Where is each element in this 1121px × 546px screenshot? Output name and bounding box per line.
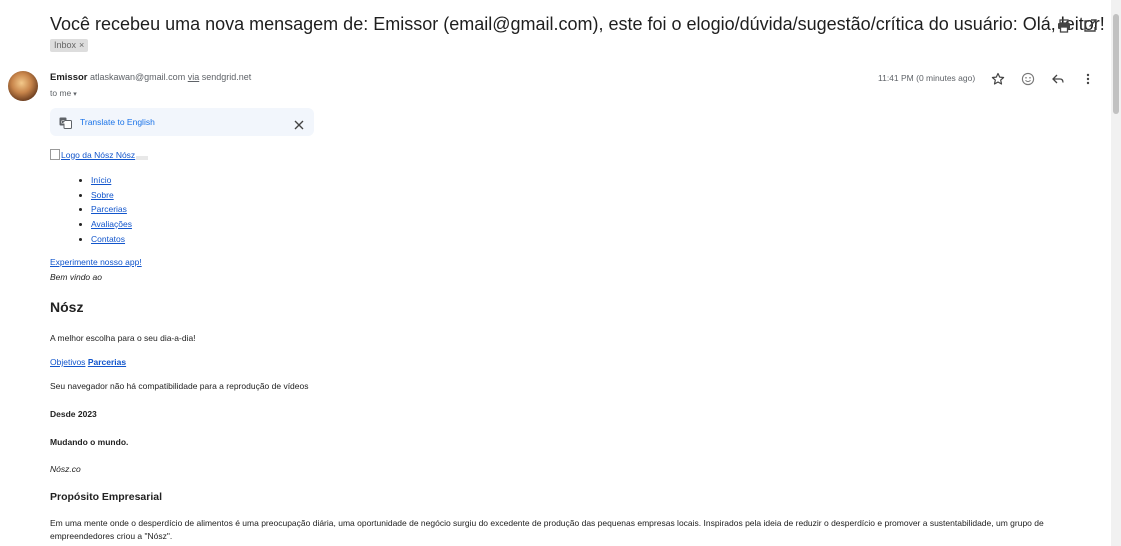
scrollbar[interactable] <box>1111 0 1121 546</box>
app-link[interactable]: Experimente nosso app! <box>50 257 142 267</box>
nav-item-inicio: Início <box>91 175 132 186</box>
inbox-label-text: Inbox <box>54 40 77 50</box>
sender-line: Emissor atlaskawan@gmail.com via sendgri… <box>50 72 251 83</box>
purpose-paragraph: Em uma mente onde o desperdício de alime… <box>50 518 1044 541</box>
nav-item-avaliacoes: Avaliações <box>91 219 132 230</box>
via-text: via sendgrid.net <box>188 72 252 82</box>
logo-placeholder-bar <box>136 156 149 160</box>
brand-heading: Nósz <box>50 299 84 315</box>
svg-text:G: G <box>61 120 65 126</box>
sender-avatar[interactable] <box>8 71 38 101</box>
nav-link-parcerias[interactable]: Parcerias <box>91 204 127 214</box>
purpose-title: Propósito Empresarial <box>50 491 163 503</box>
nav-link-inicio[interactable]: Início <box>91 175 111 185</box>
chevron-down-icon: ▾ <box>73 91 77 98</box>
email-subject: Você recebeu uma nova mensagem de: Emiss… <box>50 14 1121 34</box>
sender-name[interactable]: Emissor <box>50 72 88 83</box>
inbox-label-chip[interactable]: Inbox × <box>50 39 89 52</box>
via-link[interactable]: via <box>188 72 200 82</box>
nav-item-contatos: Contatos <box>91 234 132 245</box>
email-nav-list: Início Sobre Parcerias Avaliações Contat… <box>50 175 132 248</box>
logo-link[interactable]: Logo da Nósz Nósz <box>50 149 135 160</box>
parcerias-link[interactable]: Parcerias <box>88 357 126 367</box>
translate-link[interactable]: Translate to English <box>80 117 155 127</box>
nav-link-contatos[interactable]: Contatos <box>91 234 125 244</box>
remove-label-icon[interactable]: × <box>79 40 84 50</box>
recipient-details-toggle[interactable]: to me ▾ <box>50 88 77 98</box>
via-domain: sendgrid.net <box>201 72 252 82</box>
since-text: Desde 2023 <box>50 409 97 419</box>
message-timestamp: 11:41 PM (0 minutes ago) <box>878 73 976 83</box>
app-link-row: Experimente nosso app! <box>50 257 142 267</box>
sender-email: atlaskawan@gmail.com <box>90 72 186 82</box>
more-vert-icon[interactable] <box>1081 72 1095 86</box>
nav-link-avaliacoes[interactable]: Avaliações <box>91 219 132 229</box>
open-in-new-window-icon[interactable] <box>1082 18 1098 34</box>
emoji-reaction-icon[interactable] <box>1021 72 1035 86</box>
nav-item-sobre: Sobre <box>91 190 132 201</box>
video-notice: Seu navegador não há compatibilidade par… <box>50 381 309 391</box>
star-icon[interactable] <box>991 72 1005 86</box>
printer-icon[interactable] <box>1056 18 1072 34</box>
logo-link-row: Logo da Nósz Nósz <box>50 149 149 162</box>
scrollbar-thumb[interactable] <box>1113 14 1119 114</box>
recipient-text: to me <box>50 88 72 98</box>
welcome-text: Bem vindo ao <box>50 272 102 282</box>
changing-world-text: Mudando o mundo. <box>50 437 129 447</box>
nav-item-parcerias: Parcerias <box>91 204 132 215</box>
close-icon[interactable] <box>294 117 304 130</box>
translate-banner: G Translate to English <box>50 108 314 136</box>
broken-image-icon <box>50 149 60 160</box>
logo-alt-text: Logo da Nósz Nósz <box>61 149 136 160</box>
reply-icon[interactable] <box>1051 72 1065 86</box>
domain-text: Nósz.co <box>50 464 81 474</box>
objetivos-parcerias-row: Objetivos Parcerias <box>50 357 126 367</box>
objetivos-link[interactable]: Objetivos <box>50 357 85 367</box>
translate-icon: G <box>59 116 72 129</box>
tagline-text: A melhor escolha para o seu dia-a-dia! <box>50 333 196 343</box>
nav-link-sobre[interactable]: Sobre <box>91 190 114 200</box>
